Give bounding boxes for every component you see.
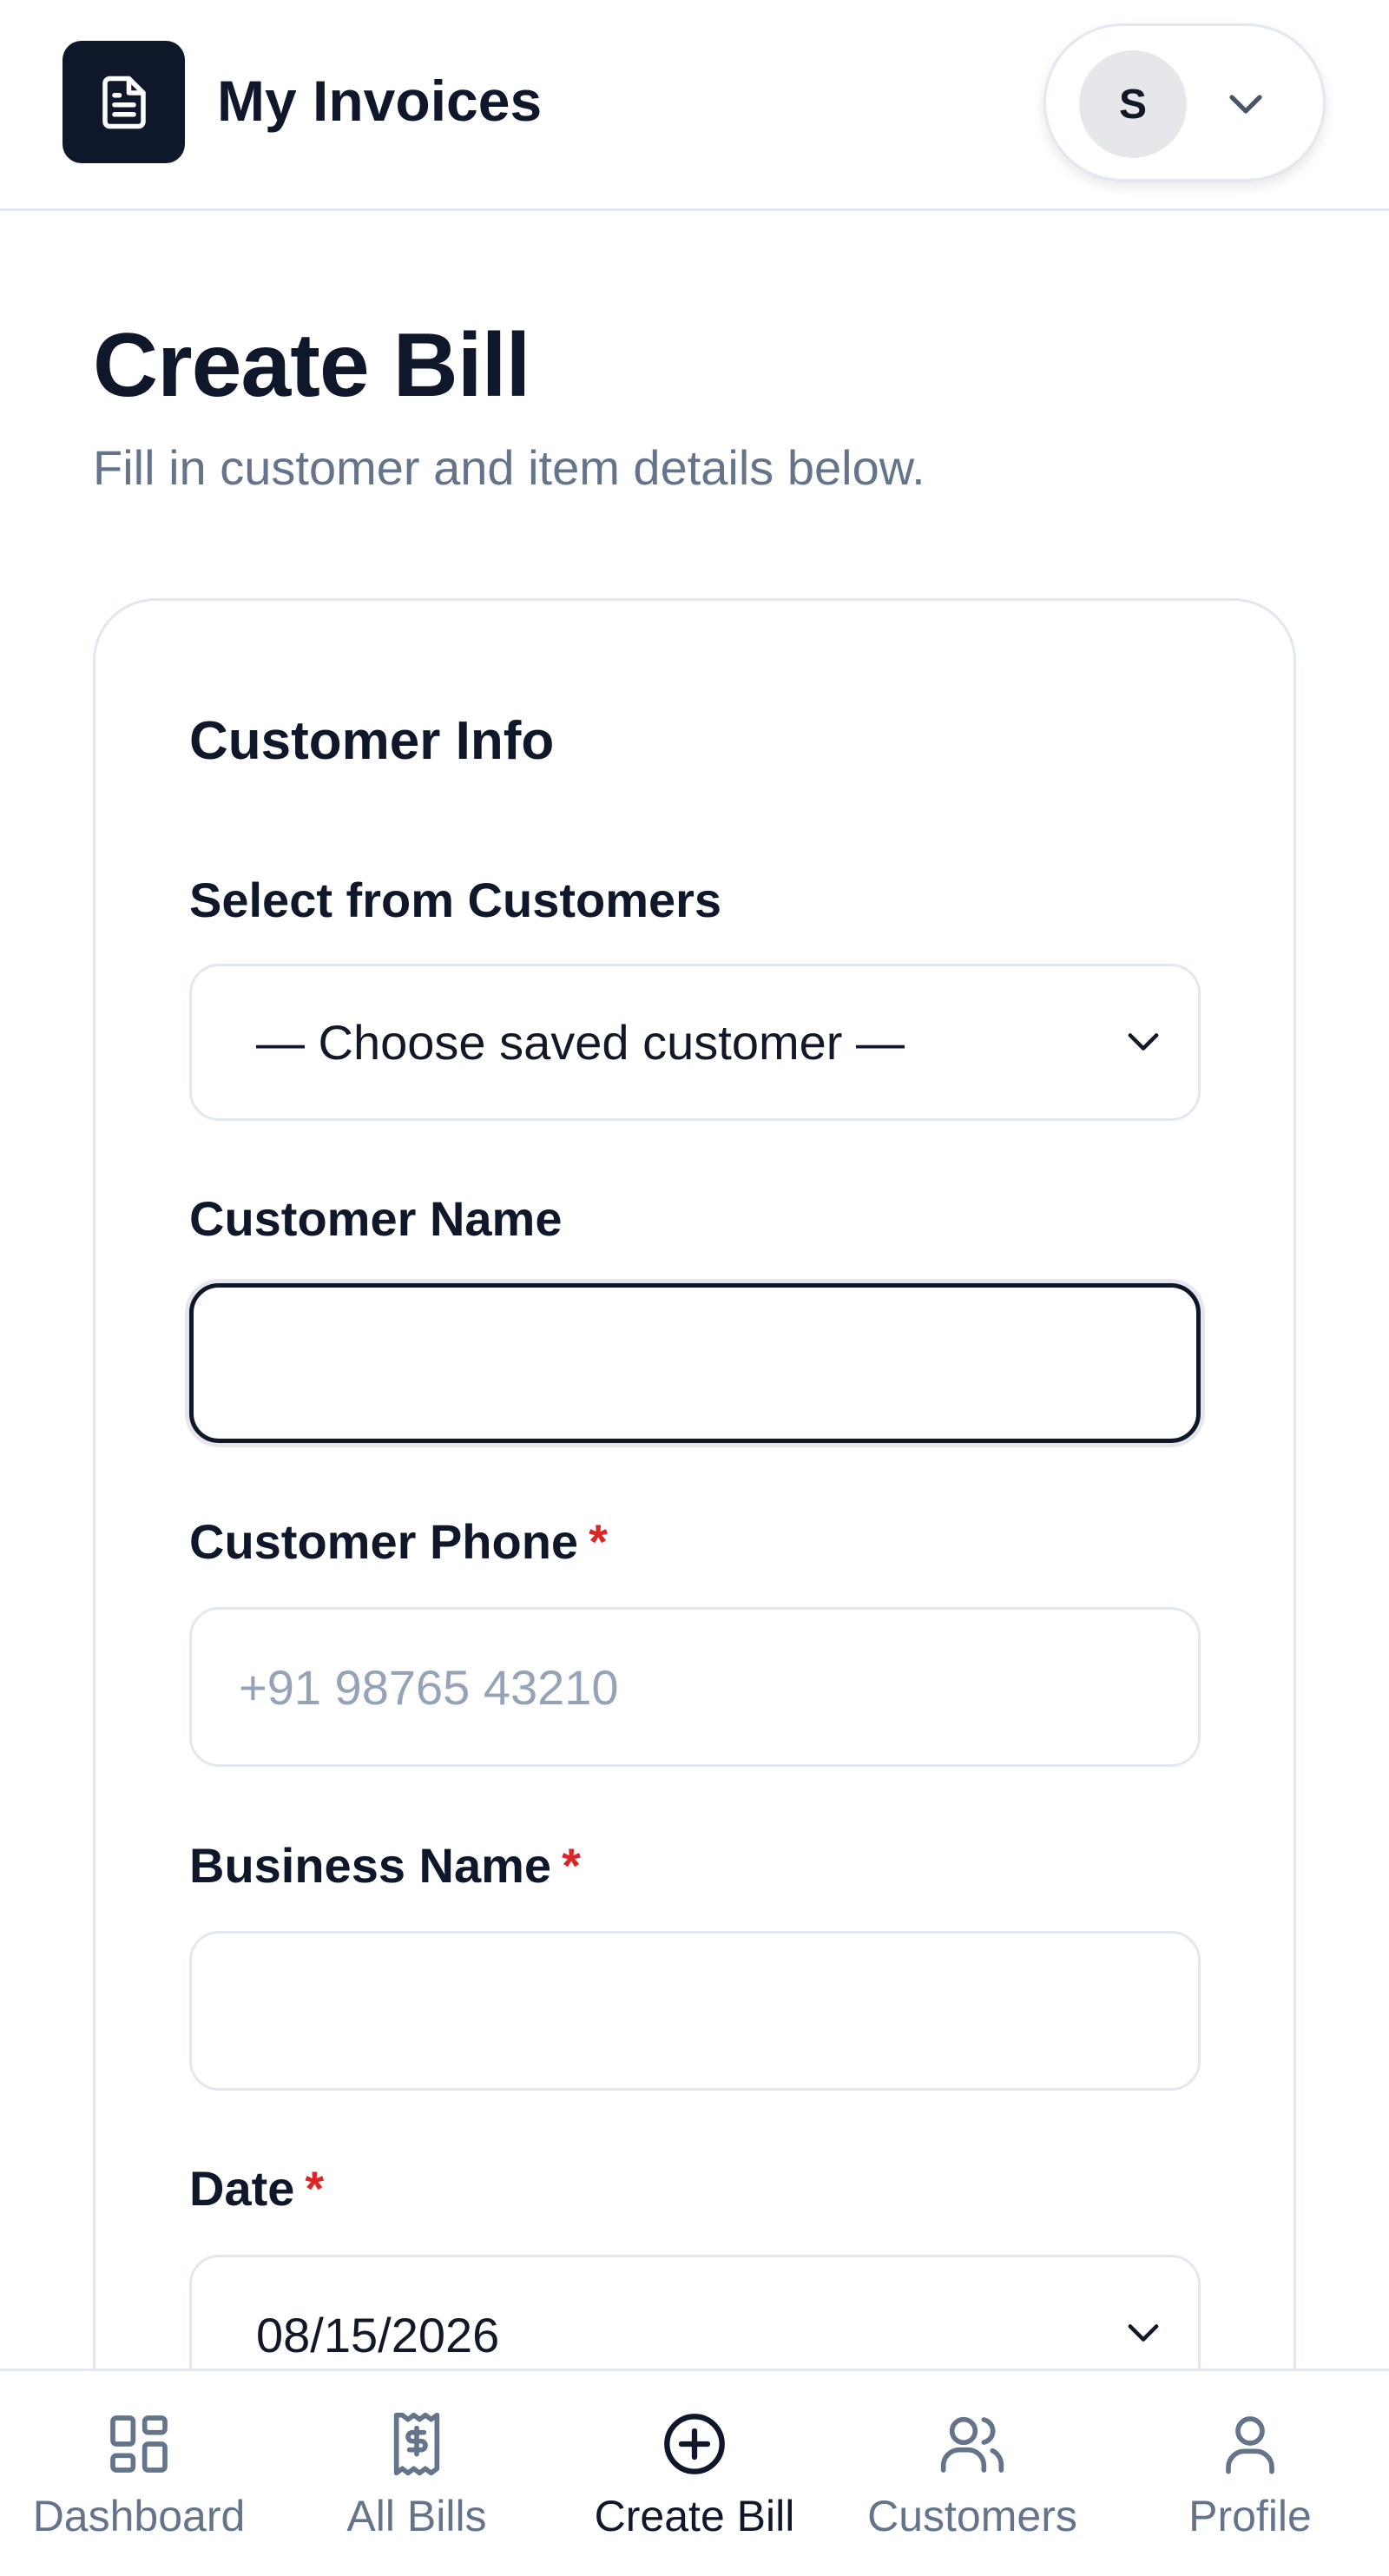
app-logo[interactable] bbox=[63, 41, 185, 163]
required-mark: * bbox=[562, 1838, 581, 1893]
required-mark: * bbox=[305, 2161, 325, 2216]
chevron-down-icon bbox=[1128, 1033, 1159, 1051]
nav-label-customers: Customers bbox=[867, 2492, 1077, 2540]
select-customer-dropdown[interactable]: — Choose saved customer — bbox=[189, 964, 1201, 1121]
receipt-icon bbox=[393, 2412, 440, 2476]
customer-phone-label-text: Customer Phone bbox=[189, 1514, 579, 1569]
required-mark: * bbox=[589, 1514, 608, 1569]
chevron-down-icon bbox=[1229, 95, 1262, 114]
business-name-label-text: Business Name bbox=[189, 1838, 552, 1893]
nav-label-create-bill: Create Bill bbox=[594, 2492, 795, 2540]
users-icon bbox=[940, 2416, 1004, 2473]
app-header: My Invoices S bbox=[0, 0, 1389, 211]
business-name-input[interactable] bbox=[189, 1931, 1201, 2091]
nav-item-profile[interactable]: Profile bbox=[1111, 2371, 1389, 2576]
dashboard-icon bbox=[110, 2415, 168, 2473]
select-customer-value: — Choose saved customer — bbox=[256, 1015, 905, 1070]
select-customer-label: Select from Customers bbox=[189, 873, 722, 927]
date-label-text: Date bbox=[189, 2161, 295, 2216]
customer-phone-input[interactable] bbox=[189, 1607, 1201, 1767]
bottom-nav: Dashboard All Bills Create Bill Customer… bbox=[0, 2368, 1389, 2576]
nav-item-create-bill[interactable]: Create Bill bbox=[556, 2371, 833, 2576]
nav-label-all-bills: All Bills bbox=[346, 2492, 487, 2540]
nav-item-customers[interactable]: Customers bbox=[833, 2371, 1111, 2576]
customer-phone-label: Customer Phone * bbox=[189, 1513, 608, 1570]
nav-item-all-bills[interactable]: All Bills bbox=[278, 2371, 556, 2576]
customer-name-label: Customer Name bbox=[189, 1191, 563, 1246]
document-icon bbox=[102, 76, 146, 128]
nav-item-dashboard[interactable]: Dashboard bbox=[0, 2371, 278, 2576]
nav-label-profile: Profile bbox=[1188, 2492, 1312, 2540]
plus-circle-icon bbox=[664, 2414, 725, 2474]
date-value: 08/15/2026 bbox=[256, 2307, 500, 2362]
date-label: Date * bbox=[189, 2160, 324, 2217]
page-title: Create Bill bbox=[93, 315, 530, 416]
app-title: My Invoices bbox=[217, 69, 543, 133]
nav-label-dashboard: Dashboard bbox=[32, 2492, 246, 2540]
chevron-down-icon bbox=[1128, 2324, 1159, 2342]
user-menu-button[interactable]: S bbox=[1043, 23, 1326, 181]
section-title: Customer Info bbox=[189, 711, 555, 771]
avatar: S bbox=[1079, 50, 1187, 158]
user-icon bbox=[1226, 2416, 1274, 2474]
business-name-label: Business Name * bbox=[189, 1837, 581, 1894]
page-subtitle: Fill in customer and item details below. bbox=[93, 440, 925, 495]
customer-name-input[interactable] bbox=[189, 1283, 1201, 1443]
